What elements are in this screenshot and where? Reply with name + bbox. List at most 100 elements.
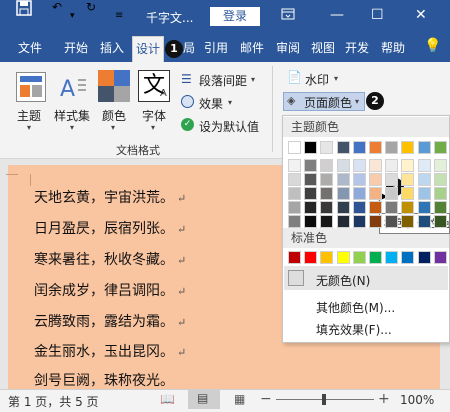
theme-shade-swatch[interactable] bbox=[369, 215, 382, 228]
theme-shade-swatch[interactable] bbox=[352, 173, 366, 186]
maximize-icon[interactable]: ☐ bbox=[371, 7, 384, 23]
fonts-label[interactable]: 字体 bbox=[142, 107, 166, 124]
document-line[interactable]: 云腾致雨，露结为霜。 ↵ bbox=[34, 311, 186, 331]
tab-insert[interactable]: 插入 bbox=[100, 39, 124, 56]
document-line[interactable]: 寒来暑往，秋收冬藏。 ↵ bbox=[34, 249, 186, 269]
theme-shade-swatch[interactable] bbox=[417, 159, 431, 172]
style-set-icon[interactable]: A bbox=[58, 72, 88, 102]
theme-shade-swatch[interactable] bbox=[417, 173, 431, 186]
theme-color-swatch[interactable] bbox=[433, 141, 447, 154]
theme-color-swatch[interactable] bbox=[352, 141, 366, 154]
theme-shade-swatch[interactable] bbox=[304, 159, 318, 172]
theme-shade-swatch[interactable] bbox=[304, 173, 318, 186]
tab-home[interactable]: 开始 bbox=[64, 39, 88, 56]
close-icon[interactable]: ✕ bbox=[415, 7, 427, 23]
theme-shade-swatch[interactable] bbox=[288, 201, 301, 214]
tab-developer[interactable]: 开发 bbox=[345, 39, 369, 56]
theme-shade-swatch[interactable] bbox=[336, 187, 350, 200]
theme-shade-swatch[interactable] bbox=[385, 215, 399, 228]
zoom-level[interactable]: 100% bbox=[400, 393, 434, 407]
fonts-dropdown-icon[interactable]: ▾ bbox=[151, 123, 155, 132]
colors-dropdown-icon[interactable]: ▾ bbox=[111, 123, 115, 132]
document-line[interactable]: 天地玄黄，宇宙洪荒。 ↵ bbox=[34, 187, 186, 207]
tab-file[interactable]: 文件 bbox=[18, 39, 42, 56]
fill-effects-item[interactable]: 填充效果(F)... bbox=[316, 321, 392, 338]
theme-shade-swatch[interactable] bbox=[385, 159, 399, 172]
theme-shade-swatch[interactable] bbox=[320, 173, 334, 186]
theme-shade-swatch[interactable] bbox=[352, 215, 366, 228]
style-set-label[interactable]: 样式集 bbox=[54, 107, 90, 124]
paragraph-spacing-button[interactable]: 段落间距 bbox=[199, 72, 247, 89]
document-line[interactable]: 剑号巨阙，珠称夜光。 bbox=[34, 370, 174, 389]
theme-color-swatch[interactable] bbox=[417, 141, 431, 154]
theme-shade-swatch[interactable] bbox=[433, 159, 447, 172]
theme-shade-swatch[interactable] bbox=[417, 187, 431, 200]
theme-shade-swatch[interactable] bbox=[352, 159, 366, 172]
theme-shade-swatch[interactable] bbox=[401, 159, 415, 172]
standard-color-swatch[interactable] bbox=[433, 251, 447, 264]
style-set-dropdown-icon[interactable]: ▾ bbox=[70, 123, 74, 132]
tab-mailings[interactable]: 邮件 bbox=[240, 39, 264, 56]
ribbon-display-options-icon[interactable] bbox=[281, 7, 295, 25]
theme-shade-swatch[interactable] bbox=[369, 173, 382, 186]
theme-color-swatch[interactable] bbox=[401, 141, 415, 154]
page-color-dropdown-icon[interactable]: ▾ bbox=[355, 97, 359, 106]
lightbulb-icon[interactable]: 💡 bbox=[424, 38, 441, 54]
tab-design[interactable]: 设计 bbox=[132, 36, 164, 62]
watermark-dropdown-icon[interactable]: ▾ bbox=[334, 74, 338, 83]
theme-icon[interactable] bbox=[16, 72, 46, 102]
standard-color-swatch[interactable] bbox=[320, 251, 334, 264]
theme-shade-swatch[interactable] bbox=[352, 187, 366, 200]
effects-button[interactable]: 效果 bbox=[199, 95, 223, 112]
theme-shade-swatch[interactable] bbox=[304, 215, 318, 228]
page-count[interactable]: 第 1 页，共 5 页 bbox=[8, 393, 99, 410]
document-line[interactable]: 日月盈昃，辰宿列张。 ↵ bbox=[34, 218, 186, 238]
effects-icon[interactable] bbox=[181, 95, 194, 108]
undo-icon[interactable]: ↶ bbox=[52, 0, 62, 14]
theme-shade-swatch[interactable] bbox=[385, 201, 399, 214]
colors-icon[interactable] bbox=[98, 70, 130, 102]
theme-shade-swatch[interactable] bbox=[320, 159, 334, 172]
theme-shade-swatch[interactable] bbox=[433, 215, 447, 228]
theme-color-swatch[interactable] bbox=[385, 141, 399, 154]
theme-shade-swatch[interactable] bbox=[385, 187, 399, 200]
set-default-button[interactable]: 设为默认值 bbox=[199, 118, 259, 135]
theme-shade-swatch[interactable] bbox=[433, 201, 447, 214]
colors-label[interactable]: 颜色 bbox=[102, 107, 126, 124]
theme-shade-swatch[interactable] bbox=[288, 173, 301, 186]
theme-shade-swatch[interactable] bbox=[385, 173, 399, 186]
theme-shade-swatch[interactable] bbox=[401, 187, 415, 200]
theme-shade-swatch[interactable] bbox=[320, 201, 334, 214]
tab-references[interactable]: 引用 bbox=[204, 39, 228, 56]
standard-color-swatch[interactable] bbox=[369, 251, 382, 264]
theme-shade-swatch[interactable] bbox=[369, 187, 382, 200]
theme-shade-swatch[interactable] bbox=[401, 173, 415, 186]
theme-shade-swatch[interactable] bbox=[320, 187, 334, 200]
save-icon[interactable] bbox=[16, 0, 32, 19]
no-color-item[interactable]: 无颜色(N) bbox=[316, 272, 370, 289]
zoom-in-icon[interactable]: + bbox=[378, 391, 390, 407]
read-mode-icon[interactable]: 📖 bbox=[160, 392, 175, 406]
document-line[interactable]: 金生丽水，玉出昆冈。 ↵ bbox=[34, 341, 186, 361]
standard-color-swatch[interactable] bbox=[304, 251, 318, 264]
zoom-out-icon[interactable]: − bbox=[260, 391, 272, 407]
login-button[interactable]: 登录 bbox=[210, 7, 260, 26]
paragraph-spacing-icon[interactable]: ☰ bbox=[181, 72, 192, 86]
effects-dropdown-icon[interactable]: ▾ bbox=[228, 98, 232, 107]
theme-dropdown-icon[interactable]: ▾ bbox=[27, 123, 31, 132]
standard-color-swatch[interactable] bbox=[401, 251, 415, 264]
web-layout-icon[interactable]: ▦ bbox=[234, 392, 245, 406]
theme-shade-swatch[interactable] bbox=[369, 201, 382, 214]
theme-shade-swatch[interactable] bbox=[288, 159, 301, 172]
theme-shade-swatch[interactable] bbox=[336, 173, 350, 186]
theme-shade-swatch[interactable] bbox=[336, 201, 350, 214]
theme-shade-swatch[interactable] bbox=[352, 201, 366, 214]
tab-layout[interactable]: 局 bbox=[183, 39, 195, 56]
theme-shade-swatch[interactable] bbox=[417, 201, 431, 214]
theme-shade-swatch[interactable] bbox=[304, 201, 318, 214]
theme-shade-swatch[interactable] bbox=[417, 215, 431, 228]
theme-shade-swatch[interactable] bbox=[304, 187, 318, 200]
redo-icon[interactable]: ↻ bbox=[86, 0, 96, 14]
theme-shade-swatch[interactable] bbox=[336, 159, 350, 172]
theme-shade-swatch[interactable] bbox=[288, 187, 301, 200]
